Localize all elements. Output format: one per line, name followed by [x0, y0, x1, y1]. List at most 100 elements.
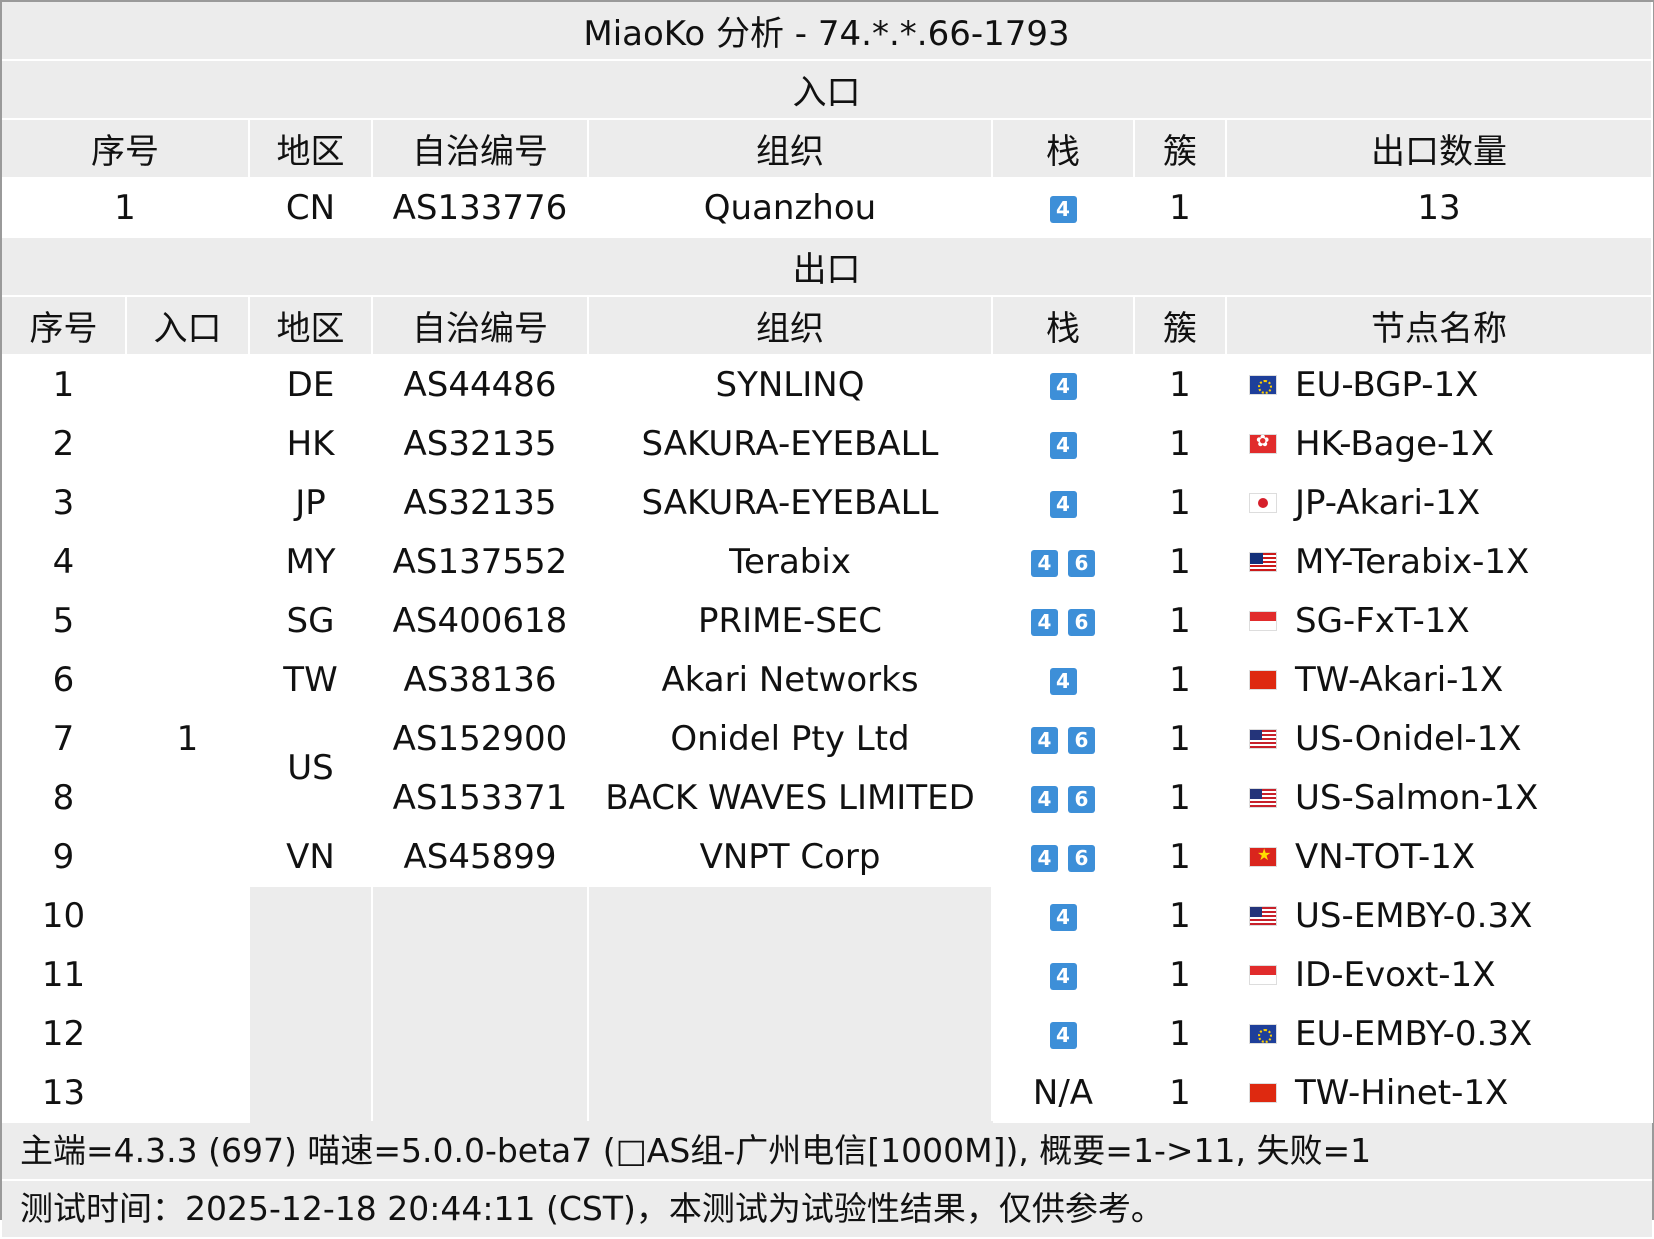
exit-stack: 4: [992, 355, 1135, 415]
exit-stack: 4: [992, 414, 1135, 474]
ipv4-badge: 4: [1049, 195, 1077, 223]
ipv6-badge: 6: [1068, 844, 1095, 872]
entry-header-asn: 自治编号: [372, 119, 589, 179]
entry-header-exit-count: 出口数量: [1226, 119, 1654, 179]
node-name-cell: MY-Terabix-1X: [1227, 541, 1650, 582]
exit-org: SAKURA-EYEBALL: [588, 473, 993, 533]
exit-cluster: 1: [1134, 886, 1227, 946]
ipv6-badge: 6: [1068, 726, 1095, 754]
entry-header-stack: 栈: [992, 119, 1135, 179]
table-row: 3 JP AS32135 SAKURA-EYEBALL 4 1 JP-Akari-1X: [2, 473, 1654, 533]
exit-node: US-Salmon-1X: [1226, 768, 1654, 828]
table-row: 5 SG AS400618 PRIME-SEC 4 6 1 SG-FxT-1X: [2, 591, 1654, 651]
exit-org-empty: [588, 886, 993, 1123]
exit-index: 4: [2, 532, 127, 592]
ipv6-badge: 6: [1068, 608, 1095, 636]
entry-exit-count: 13: [1226, 178, 1654, 238]
exit-cluster: 1: [1134, 414, 1227, 474]
report-title: MiaoKo 分析 - 74.*.*.66-1793: [2, 2, 1654, 61]
exit-org: PRIME-SEC: [588, 591, 993, 651]
exit-org: SAKURA-EYEBALL: [588, 414, 993, 474]
node-name-cell: EU-EMBY-0.3X: [1227, 1014, 1650, 1054]
node-name: JP-Akari-1X: [1295, 482, 1481, 523]
table-row: 7 US AS152900 Onidel Pty Ltd 4 6 1 US-Onidel-1X: [2, 709, 1654, 828]
ipv4-badge: 4: [1049, 490, 1077, 518]
exit-stack: 4: [992, 945, 1135, 1005]
exit-region: US: [249, 709, 373, 828]
exit-asn: AS44486: [372, 355, 589, 415]
exit-index: 13: [2, 1063, 127, 1123]
ipv4-badge: 4: [1049, 667, 1077, 695]
entry-cluster: 1: [1134, 178, 1227, 238]
node-name-cell: US-EMBY-0.3X: [1227, 896, 1650, 936]
node-name-cell: TW-Akari-1X: [1227, 659, 1650, 700]
us-flag-icon: [1249, 728, 1277, 749]
exit-index: 3: [2, 473, 127, 533]
entry-header-index: 序号: [2, 119, 250, 179]
exit-section-label: 出口: [2, 237, 1654, 297]
exit-region: TW: [249, 650, 373, 710]
exit-cluster: 1: [1134, 945, 1227, 1005]
exit-index: 10: [2, 886, 127, 946]
node-name: MY-Terabix-1X: [1295, 541, 1530, 582]
exit-cluster: 1: [1134, 1004, 1227, 1064]
exit-region: MY: [249, 532, 373, 592]
exit-entry: 1: [126, 355, 250, 1123]
exit-stack: 4: [992, 650, 1135, 710]
entry-header-row: 序号 地区 自治编号 组织 栈 簇 出口数量: [2, 119, 1654, 179]
id-flag-icon: [1249, 964, 1277, 985]
node-name: SG-FxT-1X: [1295, 600, 1470, 641]
exit-header-entry: 入口: [126, 296, 250, 356]
node-name: TW-Akari-1X: [1295, 659, 1504, 700]
exit-asn: AS45899: [372, 827, 589, 887]
eu-flag-icon: [1249, 374, 1277, 395]
node-name: VN-TOT-1X: [1295, 836, 1476, 877]
exit-asn: AS32135: [372, 414, 589, 474]
exit-org: Terabix: [588, 532, 993, 592]
exit-stack: 4: [992, 473, 1135, 533]
exit-asn: AS137552: [372, 532, 589, 592]
exit-region: VN: [249, 827, 373, 887]
exit-index: 11: [2, 945, 127, 1005]
node-name-cell: EU-BGP-1X: [1227, 365, 1650, 405]
node-name-cell: US-Onidel-1X: [1227, 718, 1650, 759]
node-name: US-Salmon-1X: [1295, 777, 1539, 818]
exit-asn: AS38136: [372, 650, 589, 710]
exit-org: BACK WAVES LIMITED: [588, 768, 993, 828]
jp-flag-icon: [1249, 492, 1277, 513]
exit-cluster: 1: [1134, 532, 1227, 592]
exit-cluster: 1: [1134, 650, 1227, 710]
exit-node: JP-Akari-1X: [1226, 473, 1654, 533]
exit-header-asn: 自治编号: [372, 296, 589, 356]
table-row: 9VNAS45899VNPT Corp461VN-TOT-1X: [2, 827, 1654, 887]
exit-stack: 4: [992, 1004, 1135, 1064]
us-flag-icon: [1249, 787, 1277, 808]
footer-summary: 主端=4.3.3 (697) 喵速=5.0.0-beta7 (□AS组-广州电信…: [2, 1123, 1652, 1181]
exit-index: 5: [2, 591, 127, 651]
exit-cluster: 1: [1134, 827, 1227, 887]
report-frame: MiaoKo 分析 - 74.*.*.66-1793 入口 序号 地区 自治编号…: [0, 0, 1654, 1239]
table-row: 1 1 DE AS44486 SYNLINQ 4 1 EU-BGP-1X: [2, 355, 1654, 1123]
exit-index: 8: [2, 768, 127, 828]
exit-index: 1: [2, 355, 127, 415]
ipv4-badge: 4: [1031, 785, 1058, 813]
ipv4-badge: 4: [1049, 1021, 1077, 1049]
exit-header-stack: 栈: [992, 296, 1135, 356]
exit-region: DE: [249, 355, 373, 415]
exit-node: TW-Akari-1X: [1226, 650, 1654, 710]
us-flag-icon: [1249, 905, 1277, 926]
node-name: US-Onidel-1X: [1295, 718, 1522, 759]
footer-timestamp: 测试时间：2025-12-18 20:44:11 (CST)，本测试为试验性结果…: [2, 1181, 1652, 1239]
exit-index: 9: [2, 827, 127, 887]
exit-node: HK-Bage-1X: [1226, 414, 1654, 474]
ipv4-badge: 4: [1031, 549, 1058, 577]
exit-region: JP: [249, 473, 373, 533]
exit-stack: 46: [992, 827, 1135, 887]
entry-section-label: 入口: [2, 60, 1654, 120]
cn-flag-icon: [1249, 1082, 1277, 1103]
node-name: HK-Bage-1X: [1295, 423, 1495, 464]
exit-cluster: 1: [1134, 768, 1227, 828]
cn-flag-icon: [1249, 669, 1277, 690]
entry-header-region: 地区: [249, 119, 373, 179]
exit-cluster: 1: [1134, 709, 1227, 769]
